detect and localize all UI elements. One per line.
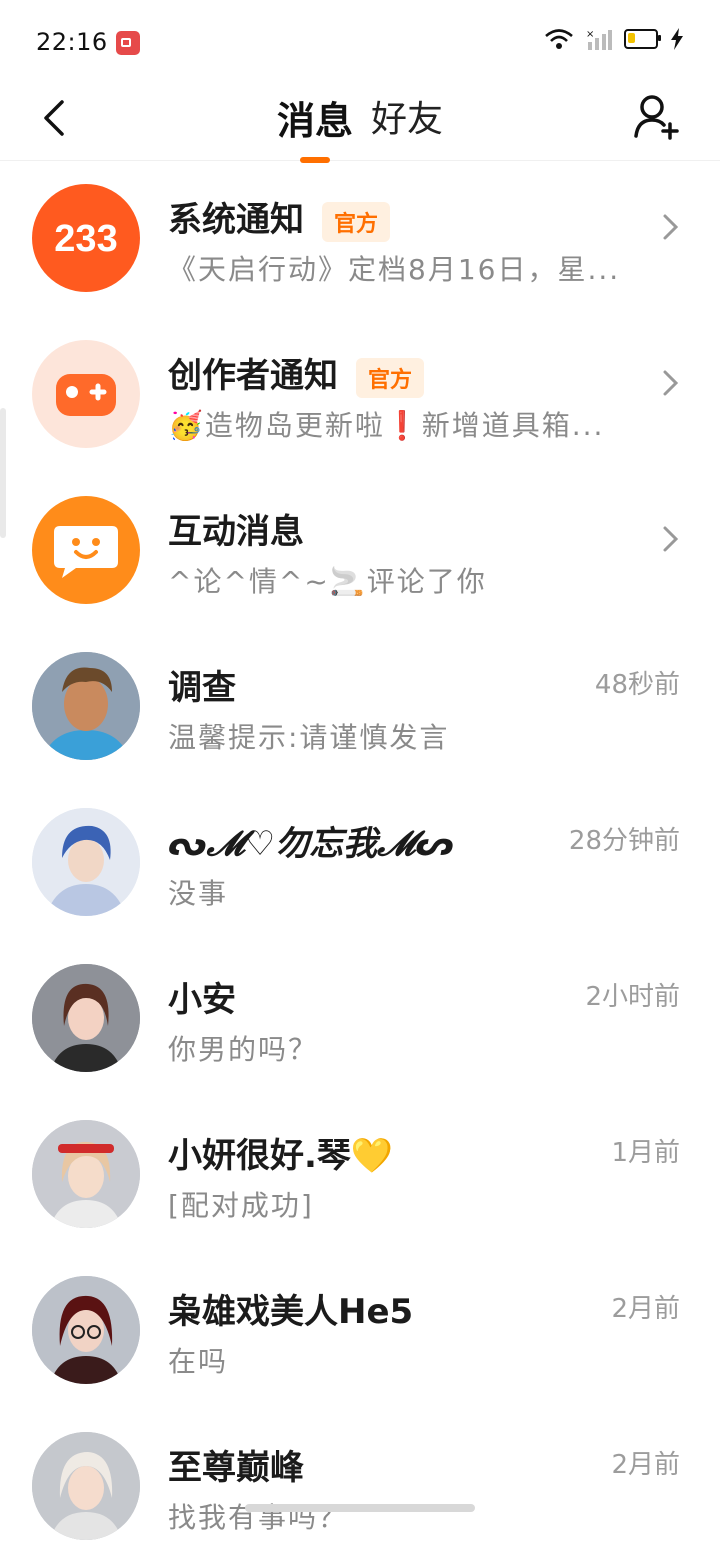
list-item-interaction[interactable]: 互动消息 ^论^情^~🚬评论了你	[0, 472, 720, 628]
signal-icon: ×	[586, 29, 612, 50]
message-time: 1月前	[611, 1138, 680, 1168]
svg-text:233: 233	[54, 218, 117, 260]
avatar	[32, 1276, 140, 1384]
wifi-icon	[545, 29, 573, 49]
decorative-flourish-left: ᔓ𝓜♡	[168, 824, 276, 864]
contact-name: ᔓ𝓜♡勿忘我𝓜ᔕ	[168, 816, 454, 865]
message-preview: 没事	[168, 877, 229, 910]
list-item-chat[interactable]: 小妍很好.琴💛 1月前 [配对成功]	[0, 1096, 720, 1252]
status-bar: 22:16 ×	[0, 0, 720, 88]
message-preview: 在吗	[168, 1345, 229, 1378]
contact-name-text: 系统通知	[168, 200, 304, 240]
official-badge: 官方	[356, 357, 425, 398]
home-indicator	[245, 1504, 475, 1512]
message-preview: 你男的吗？	[168, 1033, 319, 1066]
add-friend-icon[interactable]	[632, 92, 680, 140]
header-tabs: 消息 好友	[0, 88, 720, 163]
list-item-chat[interactable]: 小安 2小时前 你男的吗？	[0, 940, 720, 1096]
tab-friends-label: 好友	[371, 99, 444, 140]
233-logo-icon: 233	[54, 218, 117, 260]
contact-name: 枭雄戏美人He5	[168, 1292, 414, 1332]
contact-name: 小安	[168, 980, 236, 1020]
message-time: 2小时前	[585, 982, 680, 1012]
chat-bubble-icon	[54, 526, 118, 578]
contact-name: 至尊巅峰	[168, 1448, 304, 1488]
message-preview: ^论^情^~🚬评论了你	[168, 565, 487, 598]
list-item-chat[interactable]: 至尊巅峰 2月前 找我有事吗？	[0, 1408, 720, 1564]
message-preview: 找我有事吗？	[168, 1501, 349, 1534]
message-list: 233 系统通知 官方 《天启行动》定档8月16日，星... 创作者通知 官方 🥳造…	[0, 160, 720, 1564]
screen-record-icon	[116, 31, 140, 55]
tab-friends[interactable]: 好友	[371, 88, 443, 142]
list-item-creator-notice[interactable]: 创作者通知 官方 🥳造物岛更新啦❗新增道具箱...	[0, 316, 720, 472]
avatar	[32, 652, 140, 760]
message-preview: 温馨提示:请谨慎发言	[168, 721, 450, 754]
contact-name: 互动消息	[168, 512, 304, 552]
avatar-interaction	[32, 496, 140, 604]
avatar	[32, 964, 140, 1072]
list-item-chat[interactable]: 枭雄戏美人He5 2月前 在吗	[0, 1252, 720, 1408]
avatar	[32, 1120, 140, 1228]
contact-name: 创作者通知 官方	[168, 348, 425, 398]
contact-name: 系统通知 官方	[168, 192, 391, 242]
charging-icon	[671, 28, 683, 50]
avatar-blue-hair-icon	[32, 808, 140, 916]
top-header: 消息 好友	[0, 88, 720, 163]
avatar-red-headband-icon	[32, 1120, 140, 1228]
avatar-glasses-icon	[32, 1276, 140, 1384]
avatar	[32, 1432, 140, 1540]
gamepad-icon	[56, 374, 116, 416]
tab-messages-label: 消息	[276, 99, 353, 143]
chevron-right-icon	[663, 526, 679, 552]
message-time: 28分钟前	[568, 826, 680, 856]
message-time: 2月前	[611, 1450, 680, 1480]
avatar-creator	[32, 340, 140, 448]
list-item-system-notice[interactable]: 233 系统通知 官方 《天启行动》定档8月16日，星...	[0, 160, 720, 316]
decorative-flourish-right: 𝓜ᔕ	[377, 824, 454, 864]
avatar	[32, 808, 140, 916]
message-preview: 《天启行动》定档8月16日，星...	[168, 253, 621, 286]
battery-icon	[624, 29, 661, 49]
official-badge: 官方	[322, 201, 391, 242]
message-time: 48秒前	[594, 670, 680, 700]
tab-messages[interactable]: 消息	[276, 88, 353, 163]
list-item-chat[interactable]: ᔓ𝓜♡勿忘我𝓜ᔕ 28分钟前 没事	[0, 784, 720, 940]
contact-name: 调查	[168, 668, 236, 708]
message-time: 2月前	[611, 1294, 680, 1324]
message-preview: 🥳造物岛更新啦❗新增道具箱...	[168, 409, 605, 442]
list-item-chat[interactable]: 调查 48秒前 温馨提示:请谨慎发言	[0, 628, 720, 784]
chevron-right-icon	[663, 214, 679, 240]
avatar-white-hair-icon	[32, 1432, 140, 1540]
contact-name: 小妍很好.琴💛	[168, 1136, 394, 1176]
message-preview: [配对成功]	[168, 1189, 314, 1222]
svg-text:×: ×	[586, 29, 594, 40]
system-icons: ×	[544, 28, 684, 50]
avatar-man-icon	[32, 652, 140, 760]
avatar-brown-hair-icon	[32, 964, 140, 1072]
avatar-system: 233	[32, 184, 140, 292]
contact-name-text: 勿忘我	[275, 824, 378, 864]
chevron-right-icon	[663, 370, 679, 396]
battery-fill	[628, 33, 635, 43]
contact-name-text: 创作者通知	[168, 356, 338, 396]
